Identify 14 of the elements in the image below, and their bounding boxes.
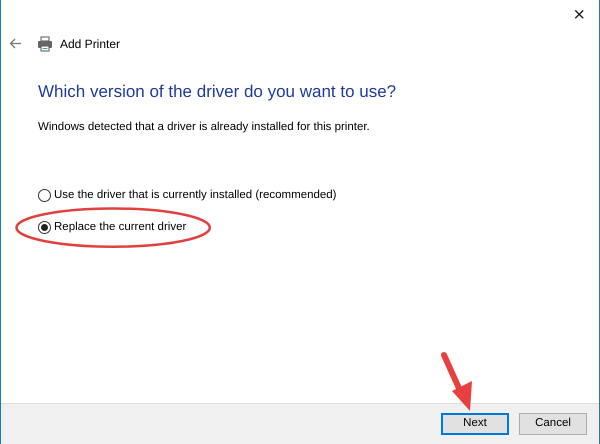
next-button[interactable]: Next [441, 413, 509, 435]
back-arrow-icon[interactable] [9, 38, 22, 49]
page-heading: Which version of the driver do you want to use? [38, 82, 398, 102]
printer-icon [37, 36, 53, 52]
description-text: Windows detected that a driver is already installed for this printer. [38, 120, 371, 136]
cancel-button[interactable]: Cancel [519, 413, 587, 435]
radio-option[interactable]: Replace the current driver [38, 218, 186, 236]
radio-button[interactable] [38, 188, 51, 202]
radio-button[interactable] [38, 221, 51, 234]
option-label: Replace the current driver [54, 220, 186, 235]
radio-option[interactable]: Use the driver that is currently installed (recommended) [38, 186, 337, 204]
option-label: Use the driver that is currently installed (recommended) [54, 188, 337, 203]
window-title: Add Printer [60, 36, 120, 52]
close-button[interactable]: × [569, 5, 589, 25]
